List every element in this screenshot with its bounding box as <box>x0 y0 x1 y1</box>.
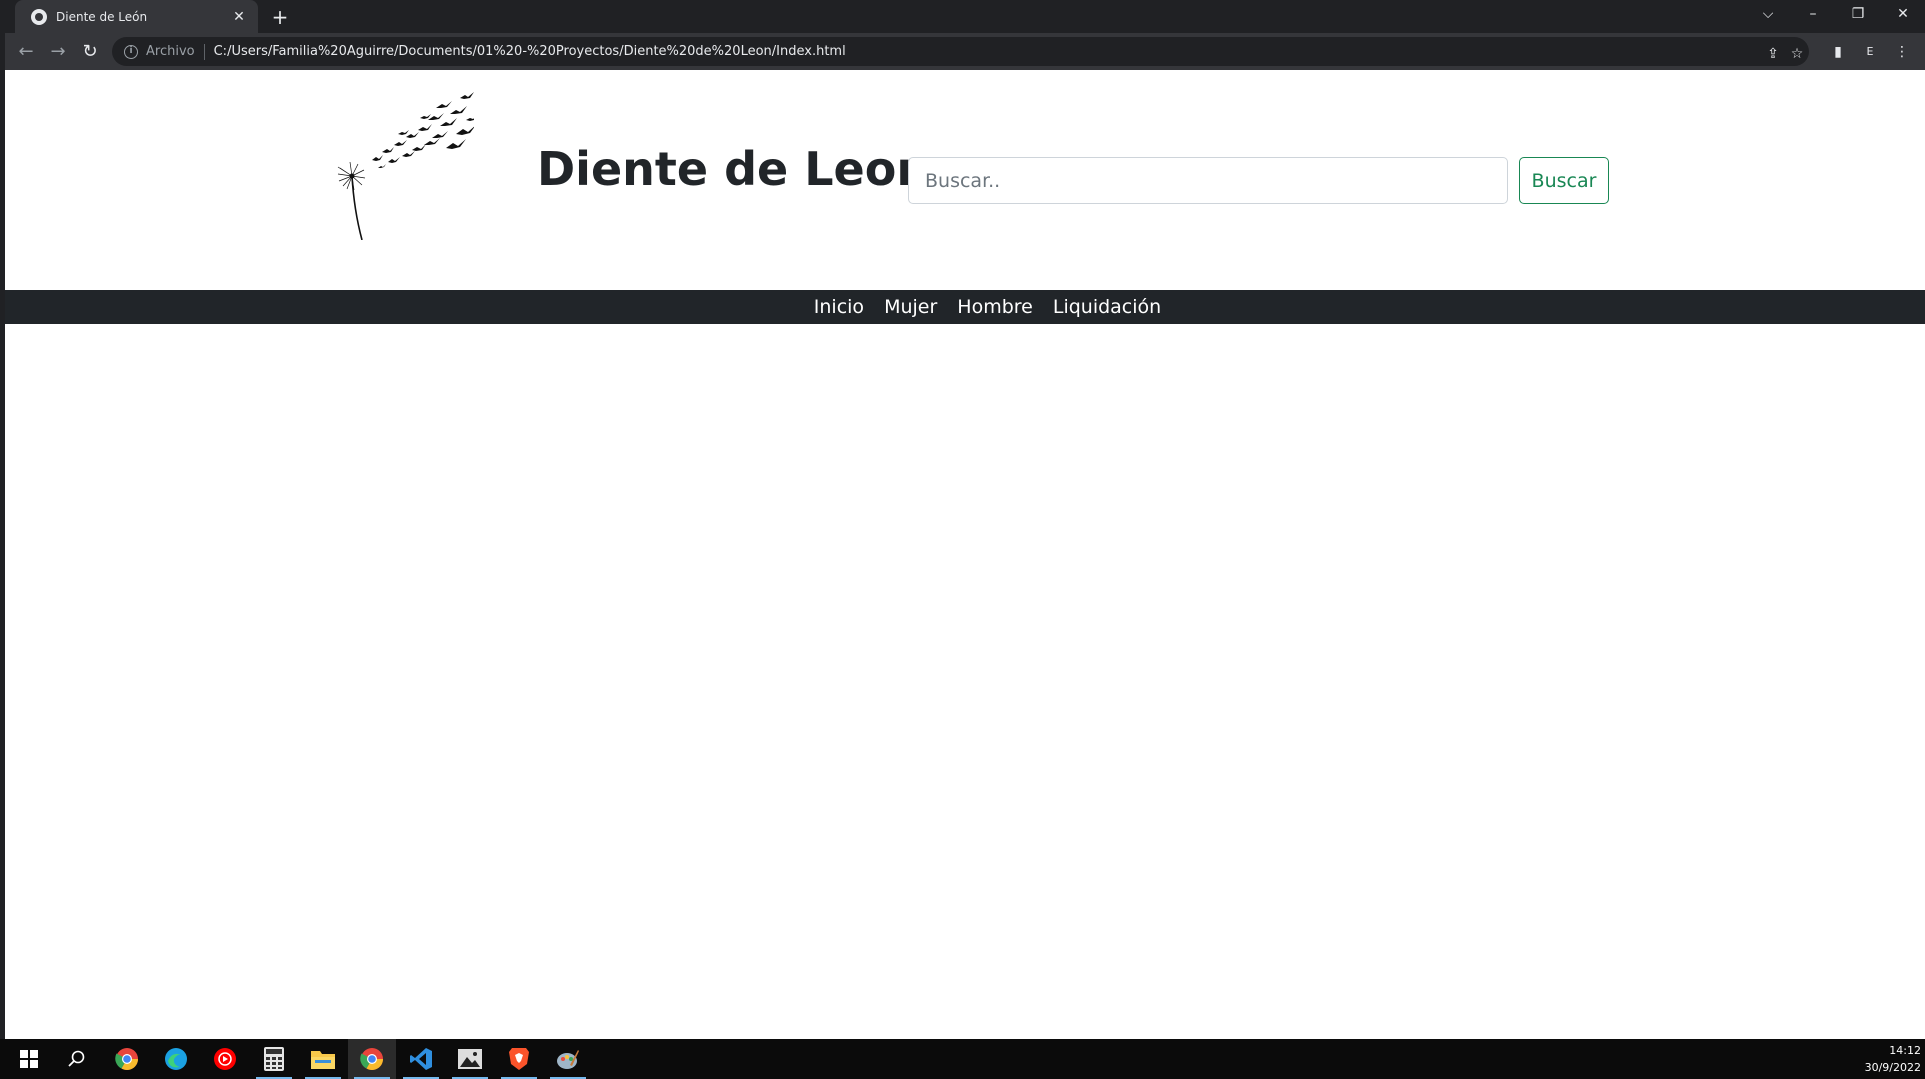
close-window-button[interactable]: ✕ <box>1881 0 1925 30</box>
taskbar-paint[interactable] <box>544 1039 592 1079</box>
edge-icon <box>165 1048 187 1070</box>
taskbar-edge[interactable] <box>152 1039 200 1079</box>
taskbar-photos[interactable] <box>446 1039 494 1079</box>
vscode-icon <box>410 1048 432 1070</box>
screen: Diente de León ✕ + ⌵ – ❐ ✕ ← → ↻ i Archi… <box>0 0 1925 1079</box>
dandelion-birds-logo <box>337 92 474 240</box>
paint-palette-icon <box>557 1050 579 1069</box>
url-text[interactable]: C:/Users/Familia%20Aguirre/Documents/01%… <box>214 44 846 59</box>
tab-title: Diente de León <box>56 9 148 24</box>
search-icon <box>68 1050 85 1067</box>
scheme-label: Archivo <box>146 44 195 59</box>
tab-close-icon[interactable]: ✕ <box>230 9 248 25</box>
share-icon[interactable]: ⇪ <box>1764 45 1782 63</box>
globe-icon <box>31 8 47 25</box>
menu-icon[interactable]: ⋮ <box>1892 42 1912 62</box>
bookmark-star-icon[interactable]: ☆ <box>1788 45 1806 63</box>
taskbar-chrome[interactable] <box>103 1039 151 1079</box>
taskbar-brave[interactable] <box>495 1039 543 1079</box>
nav-link-hombre[interactable]: Hombre <box>957 296 1033 318</box>
folder-icon <box>311 1051 335 1069</box>
taskbar-youtube-music[interactable] <box>201 1039 249 1079</box>
back-button[interactable]: ← <box>12 38 40 66</box>
chrome-icon <box>360 1048 383 1070</box>
nav-link-inicio[interactable]: Inicio <box>814 296 864 318</box>
start-button[interactable] <box>5 1039 53 1079</box>
address-bar[interactable]: i Archivo C:/Users/Familia%20Aguirre/Doc… <box>112 37 1809 66</box>
omnibox-separator <box>203 43 205 60</box>
nav-link-mujer[interactable]: Mujer <box>884 296 937 318</box>
info-icon[interactable]: i <box>124 44 138 59</box>
taskbar-search-button[interactable] <box>53 1039 101 1079</box>
calculator-icon <box>264 1047 284 1071</box>
chrome-icon <box>115 1048 138 1070</box>
page-viewport: Diente de Leon Buscar Inicio Mujer Hombr… <box>5 70 1925 1039</box>
system-clock[interactable]: 14:12 30/9/2022 <box>1865 1042 1921 1076</box>
forward-button[interactable]: → <box>44 38 72 66</box>
windows-taskbar: 14:12 30/9/2022 <box>0 1039 1925 1079</box>
youtube-music-icon <box>214 1048 236 1070</box>
taskbar-vscode[interactable] <box>397 1039 445 1079</box>
clock-date: 30/9/2022 <box>1864 1061 1921 1074</box>
taskbar-chrome-active[interactable] <box>348 1039 396 1079</box>
restore-button[interactable]: ❐ <box>1836 0 1880 30</box>
windows-logo-icon <box>20 1050 38 1068</box>
search-input[interactable] <box>908 157 1508 204</box>
browser-toolbar: ← → ↻ i Archivo C:/Users/Familia%20Aguir… <box>5 33 1925 70</box>
tab-search-icon[interactable]: ⌵ <box>1746 0 1790 30</box>
minimize-button[interactable]: – <box>1791 0 1835 30</box>
main-navbar: Inicio Mujer Hombre Liquidación <box>5 290 1925 324</box>
site-title: Diente de Leon <box>537 142 930 196</box>
tab-strip: Diente de León ✕ + ⌵ – ❐ ✕ <box>5 0 1925 33</box>
search-button[interactable]: Buscar <box>1519 157 1609 204</box>
photos-icon <box>458 1049 482 1069</box>
taskbar-calculator[interactable] <box>250 1039 298 1079</box>
brave-icon <box>509 1048 529 1070</box>
reload-button[interactable]: ↻ <box>76 38 104 66</box>
side-panel-icon[interactable]: ▮ <box>1828 42 1848 62</box>
nav-link-liquidacion[interactable]: Liquidación <box>1053 296 1161 318</box>
taskbar-file-explorer[interactable] <box>299 1039 347 1079</box>
clock-time: 14:12 <box>1889 1044 1921 1057</box>
tab-diente-de-leon[interactable]: Diente de León ✕ <box>15 0 258 33</box>
new-tab-button[interactable]: + <box>267 4 293 30</box>
profile-avatar[interactable]: E <box>1860 42 1880 62</box>
